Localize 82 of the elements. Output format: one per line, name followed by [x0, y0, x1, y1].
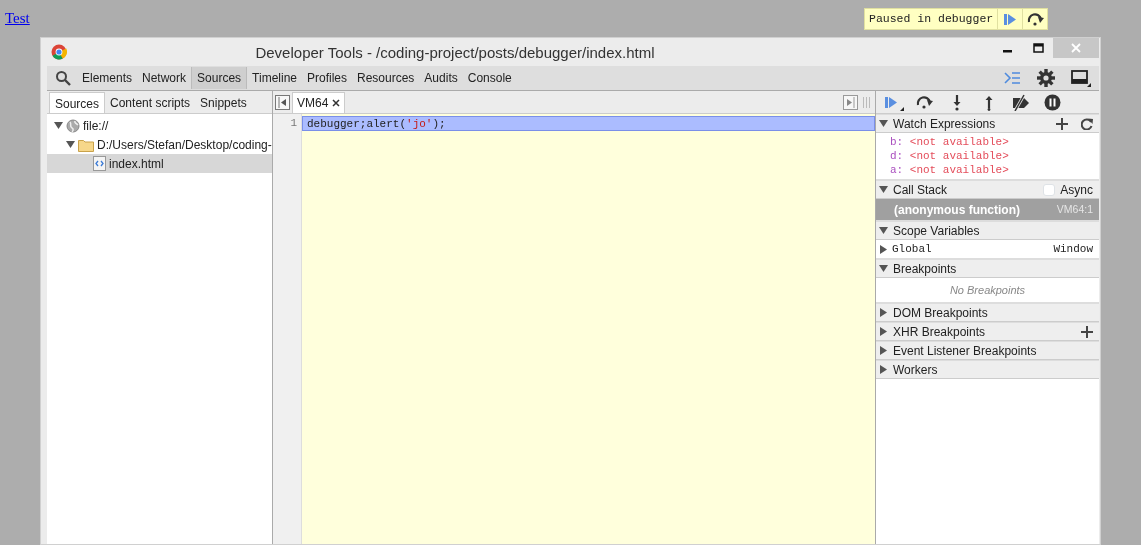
paused-message: Paused in debugger	[868, 11, 995, 28]
expand-triangle-icon[interactable]	[879, 365, 888, 374]
add-icon[interactable]	[1056, 117, 1068, 130]
maximize-icon[interactable]	[1032, 43, 1044, 53]
tree-label: index.html	[109, 155, 164, 173]
editor-tab[interactable]: VM64	[292, 92, 346, 113]
dock-icon[interactable]	[1071, 69, 1091, 87]
section-header[interactable]: Workers	[876, 360, 1099, 379]
folder-icon	[78, 137, 94, 152]
panel-tab[interactable]: Network	[137, 67, 192, 89]
browser-logo-icon	[51, 44, 67, 60]
tree-item[interactable]: file://	[47, 116, 272, 135]
toggle-navigator-icon[interactable]	[275, 95, 290, 110]
settings-icon[interactable]	[1037, 69, 1055, 87]
panel-tab[interactable]: Timeline	[247, 67, 302, 89]
section-title: Breakpoints	[893, 260, 958, 278]
navigator-tab[interactable]: Content scripts	[105, 92, 196, 113]
step-over-icon[interactable]	[915, 93, 934, 111]
section-header[interactable]: DOM Breakpoints	[876, 303, 1099, 322]
watch-expression: a: <not available>	[889, 163, 1010, 177]
tree-label: file://	[83, 117, 109, 135]
window-title: Developer Tools - /coding-project/posts/debugger/index.html	[254, 43, 656, 63]
step-over-icon[interactable]	[1025, 10, 1045, 28]
async-checkbox[interactable]	[1043, 183, 1056, 196]
watch-expression: d: <not available>	[889, 149, 1010, 163]
panel-tab[interactable]: Profiles	[302, 67, 352, 89]
add-icon[interactable]	[1081, 325, 1093, 338]
tree-item[interactable]: D:/Users/Stefan/Desktop/coding-	[47, 135, 272, 154]
section-header[interactable]: Scope Variables	[876, 221, 1099, 240]
drag-handle-icon[interactable]	[862, 96, 871, 109]
expand-triangle-icon[interactable]	[879, 308, 888, 317]
close-icon[interactable]	[332, 99, 341, 107]
toggle-debugger-icon[interactable]	[843, 95, 858, 110]
expand-triangle-icon[interactable]	[879, 327, 888, 336]
collapse-triangle-icon[interactable]	[879, 264, 888, 273]
function-name: (anonymous function)	[894, 201, 1020, 219]
tree-label: D:/Users/Stefan/Desktop/coding-	[97, 136, 272, 154]
watch-expression: b: <not available>	[889, 135, 1010, 149]
line-number: 1	[289, 116, 297, 131]
panel-tab[interactable]: Audits	[419, 67, 463, 89]
section-title: Scope Variables	[893, 222, 981, 240]
section-header[interactable]: XHR Breakpoints	[876, 322, 1099, 341]
variable-value: Window	[1053, 241, 1093, 257]
variable-name: Global	[892, 241, 933, 257]
tab-label: VM64	[297, 95, 329, 112]
frame-location: VM64:1	[1056, 201, 1093, 217]
section-title: Workers	[893, 361, 939, 379]
deactivate-breakpoints-icon[interactable]	[1010, 93, 1031, 111]
collapse-triangle-icon[interactable]	[879, 119, 888, 128]
scope-item[interactable]: Global Window	[876, 240, 1099, 258]
panel-tab[interactable]: Sources	[191, 67, 248, 89]
expand-triangle-icon[interactable]	[879, 244, 888, 254]
section-title: Event Listener Breakpoints	[893, 342, 1038, 360]
link[interactable]: Test	[5, 7, 30, 30]
navigator-tab[interactable]: Sources	[49, 92, 106, 113]
section-header[interactable]: Event Listener Breakpoints	[876, 341, 1099, 360]
section-header[interactable]: Breakpoints	[876, 259, 1099, 278]
collapse-triangle-icon[interactable]	[54, 121, 63, 130]
pause-icon[interactable]	[1044, 93, 1061, 111]
globe-icon	[66, 118, 80, 133]
section-header[interactable]: Watch Expressions	[876, 114, 1099, 133]
section-title: XHR Breakpoints	[893, 323, 987, 341]
section-title: Call Stack	[893, 181, 949, 199]
search-icon[interactable]	[55, 70, 73, 86]
async-label: Async	[1060, 181, 1093, 199]
console-drawer-icon[interactable]	[1004, 71, 1021, 85]
close-icon	[1071, 43, 1081, 53]
file-icon	[93, 156, 106, 171]
empty-message: No Breakpoints	[948, 283, 1027, 298]
refresh-icon[interactable]	[1081, 117, 1093, 130]
panel-tab[interactable]: Resources	[352, 67, 420, 89]
collapse-triangle-icon[interactable]	[879, 226, 888, 235]
section-title: DOM Breakpoints	[893, 304, 989, 322]
collapse-triangle-icon[interactable]	[66, 140, 75, 149]
tree-item[interactable]: index.html	[47, 154, 272, 173]
collapse-triangle-icon[interactable]	[879, 185, 888, 194]
section-header[interactable]: Call Stack Async	[876, 180, 1099, 199]
expand-triangle-icon[interactable]	[879, 346, 888, 355]
section-title: Watch Expressions	[893, 115, 997, 133]
panel-tab[interactable]: Console	[462, 67, 517, 89]
panel-tab[interactable]: Elements	[77, 67, 138, 89]
navigator-tab[interactable]: Snippets	[195, 92, 252, 113]
